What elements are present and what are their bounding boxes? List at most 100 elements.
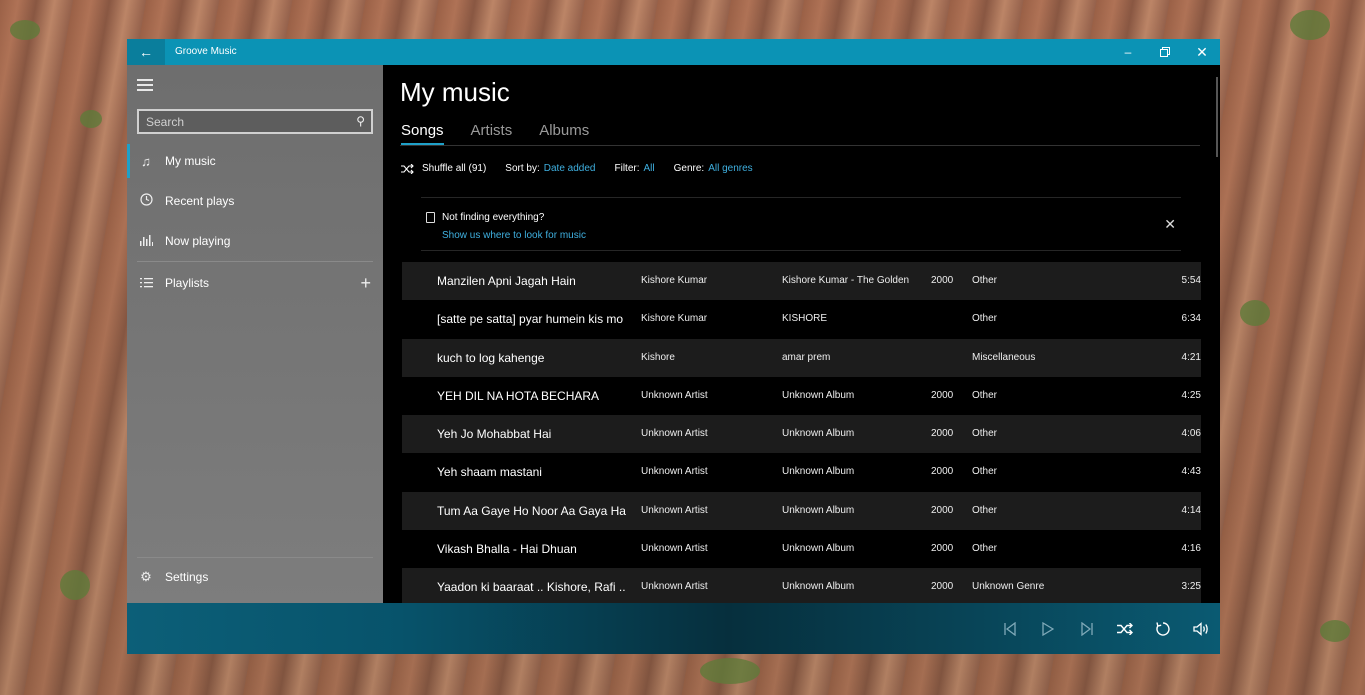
volume-button[interactable] [1186,603,1216,654]
tab-artists[interactable]: Artists [471,122,513,145]
equalizer-icon [127,234,165,249]
table-row[interactable]: Manzilen Apni Jagah Hain Kishore Kumar K… [402,262,1201,301]
sidebar-item-recent-plays[interactable]: Recent plays [127,182,383,220]
song-year: 2000 [931,504,954,516]
song-title: Yeh shaam mastani [437,465,542,480]
next-button[interactable] [1072,603,1102,654]
table-row[interactable]: Yaadon ki baaraat .. Kishore, Rafi .. Y … [402,568,1201,607]
back-button[interactable]: ← [127,39,165,65]
song-artist: Unknown Artist [641,543,708,555]
tabs-divider [400,145,1200,146]
song-artist: Unknown Artist [641,466,708,478]
play-icon [1042,621,1054,636]
restore-button[interactable] [1146,39,1184,65]
tab-albums[interactable]: Albums [539,122,589,145]
minimize-button[interactable]: – [1109,39,1147,65]
add-playlist-icon[interactable]: + [360,273,371,294]
search-input[interactable] [139,111,349,132]
song-title: Vikash Bhalla - Hai Dhuan [437,542,577,557]
groove-music-window: ← Groove Music – ✕ ⚲ ♫ My music Recent p… [127,39,1220,654]
song-genre: Other [972,275,998,286]
view-tabs: Songs Artists Albums [401,122,589,145]
song-duration: 4:43 [1181,466,1201,478]
notice-text: Not finding everything? [442,212,545,223]
sidebar-item-playlists[interactable]: Playlists + [127,264,383,302]
repeat-button[interactable] [1148,603,1178,654]
song-duration: 6:34 [1181,313,1201,325]
background-foliage [10,20,40,40]
filter-dropdown[interactable]: All [643,163,654,174]
song-title: [satte pe satta] pyar humein kis mo [437,312,624,327]
song-title: YEH DIL NA HOTA BECHARA [437,388,600,403]
table-row[interactable]: Vikash Bhalla - Hai Dhuan Unknown Artist… [402,530,1201,568]
gear-icon: ⚙ [140,569,152,584]
song-artist: Kishore Kumar [641,275,708,286]
song-duration: 5:54 [1181,275,1201,286]
song-title: kuch to log kahenge [437,350,545,365]
song-duration: 4:21 [1181,351,1201,363]
sidebar-item-label: My music [165,154,216,168]
close-window-button[interactable]: ✕ [1183,39,1220,65]
song-duration: 3:25 [1181,581,1201,593]
missing-music-notice: Not finding everything? Show us where to… [421,197,1181,251]
previous-button[interactable] [995,603,1025,654]
song-duration: 4:06 [1181,428,1201,440]
song-duration: 4:14 [1181,504,1201,516]
sidebar-item-label: Now playing [165,234,231,248]
song-duration: 4:16 [1181,543,1201,555]
shuffle-icon [1117,622,1133,635]
sidebar-item-label: Settings [165,570,209,584]
play-button[interactable] [1033,603,1063,654]
previous-icon [1004,621,1016,636]
song-album: amar prem [782,351,831,363]
repeat-icon [1156,621,1170,636]
song-genre: Other [972,428,998,440]
table-row[interactable]: YEH DIL NA HOTA BECHARA Unknown Artist U… [402,377,1201,415]
background-foliage [700,658,760,684]
sidebar-item-settings[interactable]: ⚙ Settings [127,558,383,596]
song-artist: Unknown Artist [641,504,708,516]
search-icon[interactable]: ⚲ [356,114,365,128]
show-music-location-link[interactable]: Show us where to look for music [442,230,586,241]
song-artist: Kishore [641,351,675,363]
playlist-icon [127,276,165,291]
sort-dropdown[interactable]: Date added [544,163,596,174]
background-foliage [1240,300,1270,326]
title-bar: ← Groove Music – ✕ [127,39,1220,65]
sidebar-item-now-playing[interactable]: Now playing [127,222,383,260]
background-foliage [80,110,102,128]
song-genre: Other [972,313,998,325]
song-album: Unknown Album [782,504,855,516]
genre-label: Genre: [673,163,705,174]
shuffle-button[interactable] [1110,603,1140,654]
song-artist: Unknown Artist [641,581,708,593]
filter-label: Filter: [614,163,640,174]
sidebar-item-my-music[interactable]: ♫ My music [127,142,383,180]
table-row[interactable]: Tum Aa Gaye Ho Noor Aa Gaya Ha Unknown A… [402,491,1201,531]
song-year: 2000 [931,466,954,478]
background-foliage [60,570,90,600]
song-year: 2000 [931,581,954,593]
table-row[interactable]: Yeh shaam mastani Unknown Artist Unknown… [402,453,1201,491]
table-row[interactable]: Yeh Jo Mohabbat Hai Unknown Artist Unkno… [402,415,1201,454]
table-row[interactable]: [satte pe satta] pyar humein kis mo Kish… [402,300,1201,338]
song-title: Yeh Jo Mohabbat Hai [437,427,552,442]
shuffle-icon [401,163,414,174]
page-title: My music [400,77,510,107]
back-arrow-icon: ← [139,44,153,60]
hamburger-menu-icon[interactable] [137,79,153,91]
song-artist: Kishore Kumar [641,313,708,325]
song-artist: Unknown Artist [641,428,708,440]
songs-toolbar: Shuffle all (91) Sort by: Date added Fil… [401,163,753,174]
scrollbar[interactable] [1216,77,1218,157]
close-icon[interactable]: ✕ [1164,216,1176,233]
app-title: Groove Music [175,46,237,57]
sidebar-item-label: Playlists [165,276,210,290]
table-row[interactable]: kuch to log kahenge Kishore amar prem Mi… [402,338,1201,377]
music-note-icon: ♫ [141,153,151,169]
song-genre: Other [972,504,998,516]
shuffle-all-button[interactable]: Shuffle all (91) [401,163,486,174]
genre-dropdown[interactable]: All genres [708,163,752,174]
shuffle-all-label: Shuffle all (91) [422,163,487,174]
tab-songs[interactable]: Songs [401,122,444,145]
